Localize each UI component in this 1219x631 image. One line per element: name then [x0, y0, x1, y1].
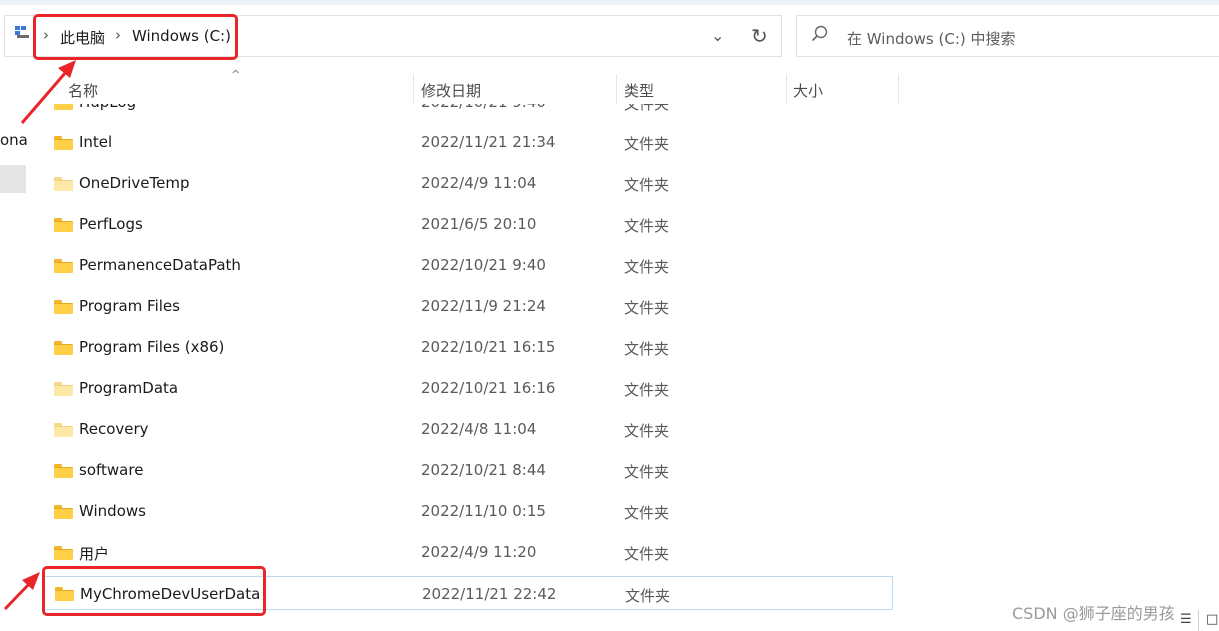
table-row[interactable]: Windows 2022/11/10 0:15 文件夹 [42, 496, 893, 528]
folder-icon [54, 341, 73, 355]
column-header-name[interactable]: 名称 [68, 80, 98, 101]
nav-item-selected[interactable] [0, 165, 26, 193]
file-type: 文件夹 [624, 299, 670, 317]
file-type: 文件夹 [624, 340, 670, 358]
column-divider[interactable] [616, 74, 617, 104]
navigation-pane: ona [0, 72, 30, 631]
folder-icon [54, 423, 73, 437]
folder-icon [54, 259, 73, 273]
nav-item-partial[interactable]: ona [0, 131, 28, 149]
search-icon [811, 25, 828, 42]
file-date: 2022/11/21 21:34 [421, 133, 556, 151]
refresh-icon[interactable]: ↻ [751, 24, 768, 48]
folder-icon [54, 382, 73, 396]
file-type: 文件夹 [624, 422, 670, 440]
folder-icon [54, 136, 73, 150]
column-divider[interactable] [898, 74, 899, 104]
folder-icon [54, 546, 73, 560]
table-row[interactable]: PerfLogs 2021/6/5 20:10 文件夹 [42, 209, 893, 241]
file-date: 2022/10/21 8:44 [421, 461, 546, 479]
table-row[interactable]: Intel 2022/11/21 21:34 文件夹 [42, 127, 893, 159]
file-type: 文件夹 [625, 587, 671, 605]
folder-icon [54, 464, 73, 478]
file-name: PerfLogs [79, 215, 143, 233]
folder-icon [54, 505, 73, 519]
details-view-icon[interactable]: ☰ [1180, 612, 1192, 627]
file-type: 文件夹 [624, 463, 670, 481]
watermark: CSDN @狮子座的男孩 [1012, 604, 1175, 623]
column-divider[interactable] [786, 74, 787, 104]
table-row[interactable]: ProgramData 2022/10/21 16:16 文件夹 [42, 373, 893, 405]
column-header-type[interactable]: 类型 [624, 80, 654, 101]
file-date: 2021/6/5 20:10 [421, 215, 537, 233]
file-type: 文件夹 [624, 135, 670, 153]
file-name: Intel [79, 133, 113, 151]
sort-up-icon: ^ [231, 68, 241, 81]
file-type: 文件夹 [624, 504, 670, 522]
file-date: 2022/10/21 16:16 [421, 379, 556, 397]
annotation-box-folder [42, 566, 266, 616]
column-divider[interactable] [413, 74, 414, 104]
file-date: 2022/4/9 11:20 [421, 543, 537, 561]
file-type: 文件夹 [624, 258, 670, 276]
search-input[interactable]: 在 Windows (C:) 中搜索 [847, 28, 1016, 49]
file-name: Program Files [79, 297, 180, 315]
table-row[interactable]: 用户 2022/4/9 11:20 文件夹 [42, 537, 893, 569]
file-name: OneDriveTemp [79, 174, 190, 192]
folder-icon [54, 218, 73, 232]
file-name: Recovery [79, 420, 149, 438]
file-date: 2022/4/9 11:04 [421, 174, 537, 192]
file-name: software [79, 461, 144, 479]
column-header-date[interactable]: 修改日期 [421, 80, 481, 101]
folder-icon [54, 177, 73, 191]
annotation-box-address [33, 14, 238, 60]
file-date: 2022/11/21 22:42 [422, 585, 557, 603]
file-date: 2022/4/8 11:04 [421, 420, 537, 438]
file-name: Windows [79, 502, 146, 520]
table-row[interactable]: OneDriveTemp 2022/4/9 11:04 文件夹 [42, 168, 893, 200]
file-name: ProgramData [79, 379, 179, 397]
file-type: 文件夹 [624, 381, 670, 399]
search-box[interactable]: 在 Windows (C:) 中搜索 [796, 15, 1219, 57]
file-date: 2022/11/10 0:15 [421, 502, 546, 520]
table-row[interactable]: software 2022/10/21 8:44 文件夹 [42, 455, 893, 487]
table-row[interactable]: PermanenceDataPath 2022/10/21 9:40 文件夹 [42, 250, 893, 282]
status-divider [1198, 610, 1199, 631]
table-row[interactable]: Program Files 2022/11/9 21:24 文件夹 [42, 291, 893, 323]
file-date: 2022/10/21 16:15 [421, 338, 556, 356]
file-name: 用户 [79, 545, 110, 563]
file-date: 2022/11/9 21:24 [421, 297, 546, 315]
file-name: PermanenceDataPath [79, 256, 241, 274]
this-pc-icon [15, 26, 29, 38]
file-name: Program Files (x86) [79, 338, 225, 356]
file-type: 文件夹 [624, 176, 670, 194]
file-type: 文件夹 [624, 545, 670, 563]
tiles-view-icon[interactable]: □ [1206, 612, 1218, 627]
file-date: 2022/10/21 9:40 [421, 256, 546, 274]
chevron-down-icon[interactable]: ⌄ [711, 26, 724, 45]
title-strip [0, 0, 1219, 5]
folder-icon [54, 300, 73, 314]
column-header-size[interactable]: 大小 [793, 80, 823, 101]
file-type: 文件夹 [624, 217, 670, 235]
table-row[interactable]: Recovery 2022/4/8 11:04 文件夹 [42, 414, 893, 446]
table-row[interactable]: Program Files (x86) 2022/10/21 16:15 文件夹 [42, 332, 893, 364]
